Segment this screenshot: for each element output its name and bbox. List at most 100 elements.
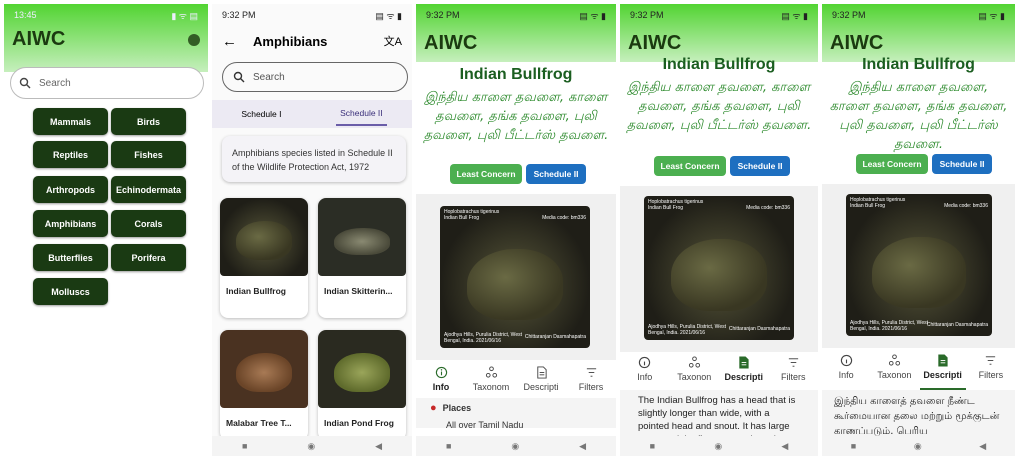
tab-filters[interactable]: Filters [770, 356, 816, 382]
back-arrow-icon[interactable]: ← [222, 33, 237, 50]
image-date: 2021/06/16 [679, 330, 706, 336]
category-butterflies[interactable]: Butterflies [33, 244, 108, 271]
species-name: Indian Bullfrog [226, 286, 286, 296]
category-mammals[interactable]: Mammals [33, 108, 108, 135]
category-molluscs[interactable]: Molluscs [33, 278, 108, 305]
media-code: Media code: bm336 [746, 205, 790, 211]
status-time: 9:32 PM [222, 10, 256, 20]
species-title: Indian Bullfrog [662, 56, 776, 73]
tab-description[interactable]: Descripti [518, 366, 564, 392]
species-card[interactable]: Malabar Tree T... [220, 330, 308, 440]
tab-schedule-ii[interactable]: Schedule II [336, 102, 387, 126]
recents-icon[interactable]: ■ [446, 441, 451, 451]
tab-filters[interactable]: Filters [568, 366, 614, 392]
home-icon[interactable]: ◉ [714, 441, 722, 452]
tab-taxonomy[interactable]: Taxonon [671, 356, 717, 382]
tab-taxonomy[interactable]: Taxonom [468, 366, 514, 392]
category-arthropods[interactable]: Arthropods [33, 176, 108, 203]
back-icon[interactable]: ◀ [579, 441, 586, 452]
home-icon[interactable]: ◉ [307, 441, 315, 452]
status-time: 9:32 PM [630, 10, 664, 20]
category-echinodermata[interactable]: Echinodermata [111, 176, 186, 203]
species-name: Malabar Tree T... [226, 418, 292, 428]
status-bar: 9:32 PM ▤ ᯤ ▮ [212, 4, 412, 26]
android-nav-bar: ■ ◉ ◀ [822, 436, 1015, 456]
tab-description-label: Descripti [523, 382, 559, 392]
category-porifera[interactable]: Porifera [111, 244, 186, 271]
category-reptiles[interactable]: Reptiles [33, 141, 108, 168]
species-card[interactable]: Indian Bullfrog [220, 198, 308, 318]
document-icon [536, 366, 547, 379]
android-nav-bar: ■ ◉ ◀ [416, 436, 616, 456]
tab-info-label: Info [838, 370, 854, 380]
schedule-badge: Schedule II [730, 156, 790, 176]
species-title: Indian Bullfrog [459, 66, 573, 83]
image-common-name: Indian Bull Frog [444, 215, 480, 221]
tab-schedule-i[interactable]: Schedule I [237, 103, 285, 125]
search-input[interactable]: Search [10, 67, 204, 99]
tab-info[interactable]: Info [418, 366, 464, 402]
status-bar: 9:32 PM ▤ ᯤ ▮ [822, 4, 1015, 26]
tab-description-label: Descripti [923, 370, 962, 380]
filter-icon [586, 368, 596, 377]
tab-info[interactable]: Info [622, 356, 668, 382]
category-amphibians[interactable]: Amphibians [33, 210, 108, 237]
category-fishes[interactable]: Fishes [111, 141, 186, 168]
taxonomy-icon [688, 356, 700, 368]
taxonomy-icon [888, 354, 900, 366]
least-concern-badge: Least Concern [654, 156, 726, 176]
status-bar: 9:32 PM ▤ ᯤ ▮ [620, 4, 818, 26]
tab-description[interactable]: Descripti [720, 356, 767, 392]
globe-icon[interactable] [188, 33, 200, 46]
screen-detail-info: 9:32 PM ▤ ᯤ ▮ AIWC Indian Bullfrog இந்திய… [416, 4, 616, 456]
recents-icon[interactable]: ■ [650, 441, 655, 451]
back-icon[interactable]: ◀ [375, 441, 382, 452]
app-title: AIWC [424, 32, 478, 54]
search-placeholder: Search [39, 77, 71, 89]
recents-icon[interactable]: ■ [242, 441, 247, 451]
recents-icon[interactable]: ■ [851, 441, 856, 451]
tab-filters[interactable]: Filters [968, 354, 1014, 380]
android-nav-bar: ■ ◉ ◀ [620, 436, 818, 456]
species-card[interactable]: Indian Pond Frog [318, 330, 406, 440]
app-title: AIWC [12, 28, 66, 50]
image-caption: Hoplobatrachus tigerinus Indian Bull Frog [444, 209, 499, 221]
back-icon[interactable]: ◀ [979, 441, 986, 452]
frog-photo [318, 330, 406, 408]
description-card: Amphibians species listed in Schedule II… [222, 136, 406, 182]
back-icon[interactable]: ◀ [781, 441, 788, 452]
screen-detail-description-ta: 9:32 PM ▤ ᯤ ▮ AIWC Indian Bullfrog இந்திய… [822, 4, 1015, 456]
tab-description[interactable]: Descripti [919, 354, 966, 390]
species-photo: Hoplobatrachus tigerinus Indian Bull Frog… [644, 196, 794, 340]
places-section: ● Places All over Tamil Nadu [416, 398, 616, 430]
status-icons: ▤ ᯤ ▮ [375, 10, 402, 21]
category-corals[interactable]: Corals [111, 210, 186, 237]
species-photo: Hoplobatrachus tigerinus Indian Bull Frog… [440, 206, 590, 348]
home-icon[interactable]: ◉ [914, 441, 922, 452]
schedule-tabs: Schedule I Schedule II [212, 100, 412, 128]
tab-taxonomy[interactable]: Taxonon [871, 354, 917, 380]
search-placeholder: Search [253, 71, 285, 83]
search-input[interactable]: Search [222, 62, 408, 92]
image-caption: Hoplobatrachus tigerinus Indian Bull Frog [850, 197, 905, 209]
info-icon [840, 354, 852, 367]
tab-filters-label: Filters [781, 372, 806, 382]
media-code: Media code: bm336 [944, 203, 988, 209]
tab-filters-label: Filters [978, 370, 1004, 380]
tab-description-label: Descripti [724, 372, 763, 382]
search-icon [19, 77, 31, 89]
species-card[interactable]: Indian Skitterin... [318, 198, 406, 318]
least-concern-badge: Least Concern [856, 154, 928, 174]
frog-photo [220, 198, 308, 276]
description-text-tamil: இந்திய காளைத் தவளை நீண்ட கூர்மையான தலை ம… [822, 390, 1015, 442]
translate-icon[interactable]: 文A [384, 33, 402, 49]
tab-info-label: Info [637, 372, 653, 382]
category-birds[interactable]: Birds [111, 108, 186, 135]
status-icons: ▤ ᯤ ▮ [978, 10, 1005, 21]
status-bar: 9:32 PM ▤ ᯤ ▮ [416, 4, 616, 26]
image-caption: Hoplobatrachus tigerinus Indian Bull Frog [648, 199, 703, 211]
tamil-name: இந்திய காளை தவளை, காளை தவளை, தங்க தவளை, … [423, 90, 609, 143]
image-credit: Chittaranjan Dasmahapatra [728, 326, 790, 332]
tab-info[interactable]: Info [823, 354, 869, 380]
home-icon[interactable]: ◉ [511, 441, 519, 452]
